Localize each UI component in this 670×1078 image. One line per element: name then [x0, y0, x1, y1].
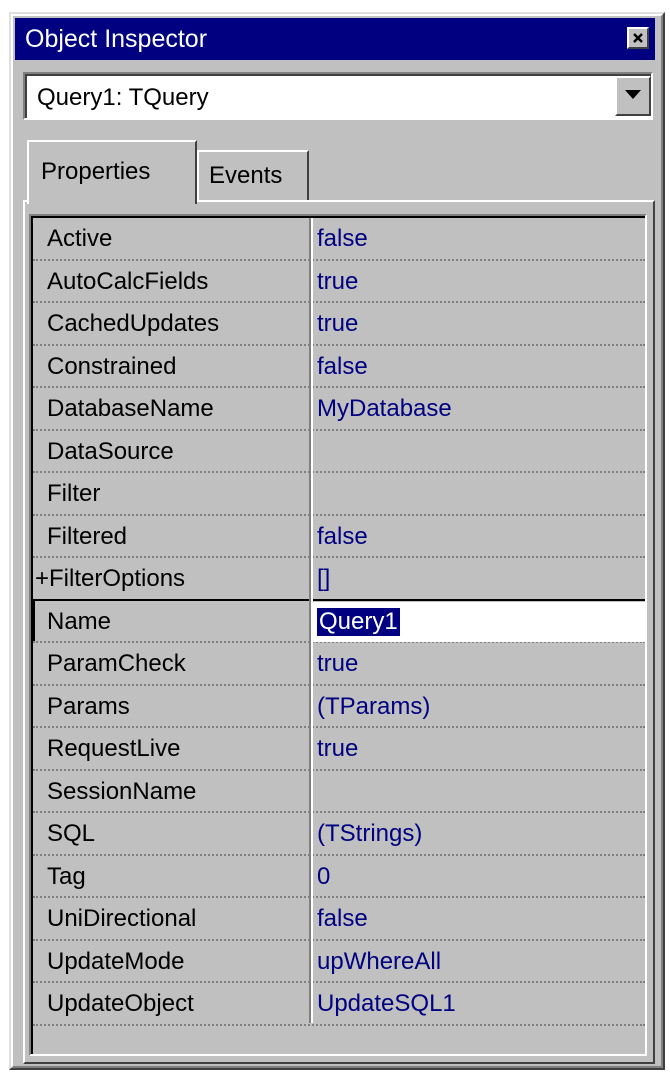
- property-row[interactable]: Active false: [33, 218, 645, 261]
- property-name: UpdateObject: [47, 990, 194, 1017]
- property-value[interactable]: true: [317, 650, 358, 678]
- property-value[interactable]: true: [317, 735, 358, 763]
- tab-properties-label: Properties: [41, 158, 151, 185]
- property-row[interactable]: Name Query1: [33, 598, 645, 644]
- close-button[interactable]: [627, 27, 649, 49]
- property-row[interactable]: +FilterOptions []: [33, 558, 645, 601]
- property-value[interactable]: true: [317, 310, 358, 338]
- close-icon: [633, 33, 643, 43]
- property-name: +FilterOptions: [35, 565, 186, 592]
- property-value-editor[interactable]: Query1: [313, 601, 645, 642]
- tab-events-label: Events: [209, 162, 283, 189]
- chevron-down-icon: [625, 90, 641, 99]
- property-row[interactable]: SessionName: [33, 771, 645, 814]
- window-title: Object Inspector: [25, 25, 208, 53]
- property-row[interactable]: RequestLive true: [33, 728, 645, 771]
- property-value[interactable]: (TParams): [317, 693, 430, 721]
- title-bar[interactable]: Object Inspector: [15, 18, 655, 60]
- property-row[interactable]: AutoCalcFields true: [33, 261, 645, 304]
- property-value-selected-text: Query1: [317, 607, 400, 636]
- property-value[interactable]: MyDatabase: [317, 395, 452, 423]
- property-grid[interactable]: Active false AutoCalcFields true CachedUpdat…: [29, 214, 647, 1056]
- property-row[interactable]: DataSource: [33, 431, 645, 474]
- property-row[interactable]: DatabaseName MyDatabase: [33, 388, 645, 431]
- property-name: UpdateMode: [47, 947, 185, 975]
- property-name: SQL: [47, 820, 96, 847]
- property-value[interactable]: false: [317, 353, 368, 381]
- property-value[interactable]: true: [317, 268, 358, 296]
- property-name: Filtered: [47, 522, 128, 550]
- property-name: CachedUpdates: [47, 310, 220, 337]
- property-name: DataSource: [47, 437, 174, 465]
- selection-marker: [33, 600, 39, 643]
- property-name: Active: [47, 225, 113, 252]
- property-row[interactable]: Constrained false: [33, 346, 645, 389]
- property-row[interactable]: Filter: [33, 473, 645, 516]
- property-value[interactable]: (TStrings): [317, 820, 422, 848]
- property-row[interactable]: Tag 0: [33, 856, 645, 899]
- object-inspector-window: Object Inspector Query1: TQuery Properti…: [9, 12, 665, 1070]
- property-row[interactable]: Filtered false: [33, 516, 645, 559]
- component-selector-value: Query1: TQuery: [37, 84, 209, 111]
- component-selector[interactable]: Query1: TQuery: [23, 72, 653, 120]
- property-name: DatabaseName: [47, 395, 214, 422]
- property-value[interactable]: false: [317, 523, 368, 551]
- property-value[interactable]: upWhereAll: [317, 948, 441, 976]
- property-value[interactable]: UpdateSQL1: [317, 990, 456, 1018]
- property-row[interactable]: UpdateMode upWhereAll: [33, 941, 645, 984]
- property-row[interactable]: UpdateObject UpdateSQL1: [33, 983, 645, 1026]
- property-name: Params: [47, 692, 130, 720]
- property-value[interactable]: false: [317, 225, 368, 253]
- property-name: AutoCalcFields: [47, 267, 209, 295]
- property-name: ParamCheck: [47, 650, 186, 677]
- property-name: Tag: [47, 862, 86, 890]
- property-name: SessionName: [47, 777, 197, 805]
- property-row[interactable]: Params (TParams): [33, 686, 645, 729]
- property-row[interactable]: ParamCheck true: [33, 643, 645, 686]
- property-name: RequestLive: [47, 735, 181, 762]
- property-name: UniDirectional: [47, 905, 197, 932]
- property-name: Constrained: [47, 352, 177, 380]
- property-value[interactable]: 0: [317, 863, 330, 891]
- tab-properties[interactable]: Properties: [27, 140, 197, 204]
- property-value[interactable]: []: [317, 565, 330, 593]
- tab-events[interactable]: Events: [197, 150, 309, 200]
- property-value[interactable]: false: [317, 905, 368, 933]
- property-row[interactable]: UniDirectional false: [33, 898, 645, 941]
- property-row[interactable]: CachedUpdates true: [33, 303, 645, 346]
- property-name: Filter: [47, 480, 101, 507]
- property-name: Name: [47, 607, 112, 635]
- property-row[interactable]: SQL (TStrings): [33, 813, 645, 856]
- component-selector-dropdown-button[interactable]: [615, 76, 651, 116]
